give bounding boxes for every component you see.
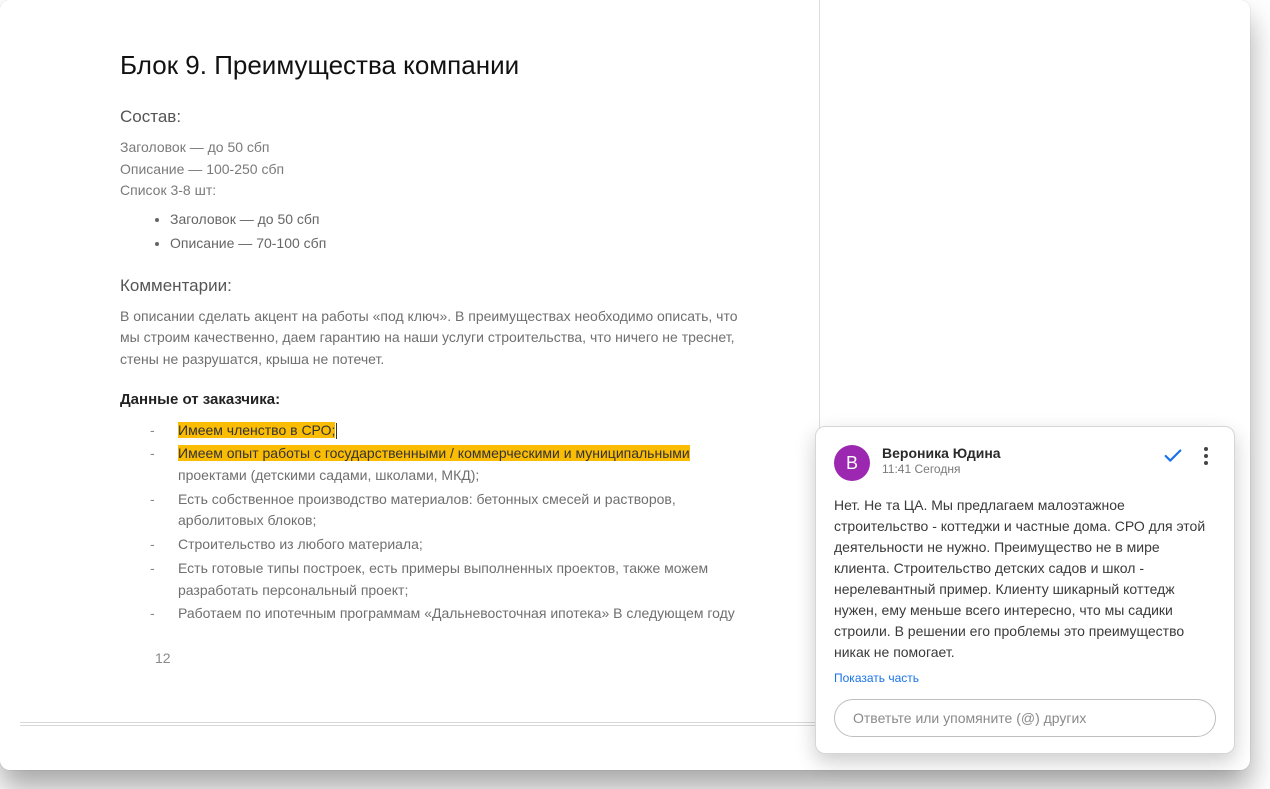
window-frame: Блок 9. Преимущества компании Состав: За… [0, 0, 1250, 770]
sostav-bullet: Заголовок — до 50 сбп [170, 208, 739, 232]
document-page: Блок 9. Преимущества компании Состав: За… [40, 0, 820, 726]
client-item-highlighted[interactable]: Имеем членство в СРО; [150, 420, 739, 442]
page-break-divider [20, 722, 820, 726]
show-part-link[interactable]: Показать часть [834, 671, 919, 685]
text-cursor [336, 423, 337, 439]
comments-heading: Комментарии: [120, 276, 739, 296]
sostav-line: Список 3-8 шт: [120, 180, 739, 202]
sostav-heading: Состав: [120, 107, 739, 127]
client-item-text: проектами (детскими садами, школами, МКД… [178, 467, 479, 483]
sostav-line: Заголовок — до 50 сбп [120, 137, 739, 159]
client-item: Есть готовые типы построек, есть примеры… [150, 558, 739, 601]
resolve-check-icon[interactable] [1162, 445, 1184, 467]
block-title: Блок 9. Преимущества компании [120, 50, 739, 81]
more-options-icon[interactable] [1196, 447, 1216, 465]
page-number: 12 [155, 650, 171, 666]
client-item-highlighted[interactable]: Имеем опыт работы с государственными / к… [150, 443, 739, 486]
sostav-bullets: Заголовок — до 50 сбп Описание — 70-100 … [120, 208, 739, 256]
comments-paragraph: В описании сделать акцент на работы «под… [120, 306, 739, 371]
comment-timestamp: 11:41 Сегодня [882, 462, 1162, 476]
client-data-list: Имеем членство в СРО; Имеем опыт работы … [120, 420, 739, 625]
comment-header: В Вероника Юдина 11:41 Сегодня [834, 445, 1216, 481]
author-block: Вероника Юдина 11:41 Сегодня [882, 445, 1162, 476]
author-name: Вероника Юдина [882, 445, 1162, 461]
avatar: В [834, 445, 870, 481]
sostav-line: Описание — 100-250 сбп [120, 159, 739, 181]
reply-input[interactable] [834, 699, 1216, 737]
client-item: Работаем по ипотечным программам «Дальне… [150, 603, 739, 625]
highlighted-text: Имеем опыт работы с государственными / к… [178, 445, 690, 461]
client-item: Есть собственное производство материалов… [150, 489, 739, 532]
client-item: Строительство из любого материала; [150, 534, 739, 556]
client-data-heading: Данные от заказчика: [120, 391, 739, 408]
comment-body: Нет. Не та ЦА. Мы предлагаем малоэтажное… [834, 495, 1216, 663]
sostav-bullet: Описание — 70-100 сбп [170, 232, 739, 256]
comment-card[interactable]: В Вероника Юдина 11:41 Сегодня Нет. Не т… [815, 426, 1235, 754]
highlighted-text: Имеем членство в СРО; [178, 422, 335, 438]
